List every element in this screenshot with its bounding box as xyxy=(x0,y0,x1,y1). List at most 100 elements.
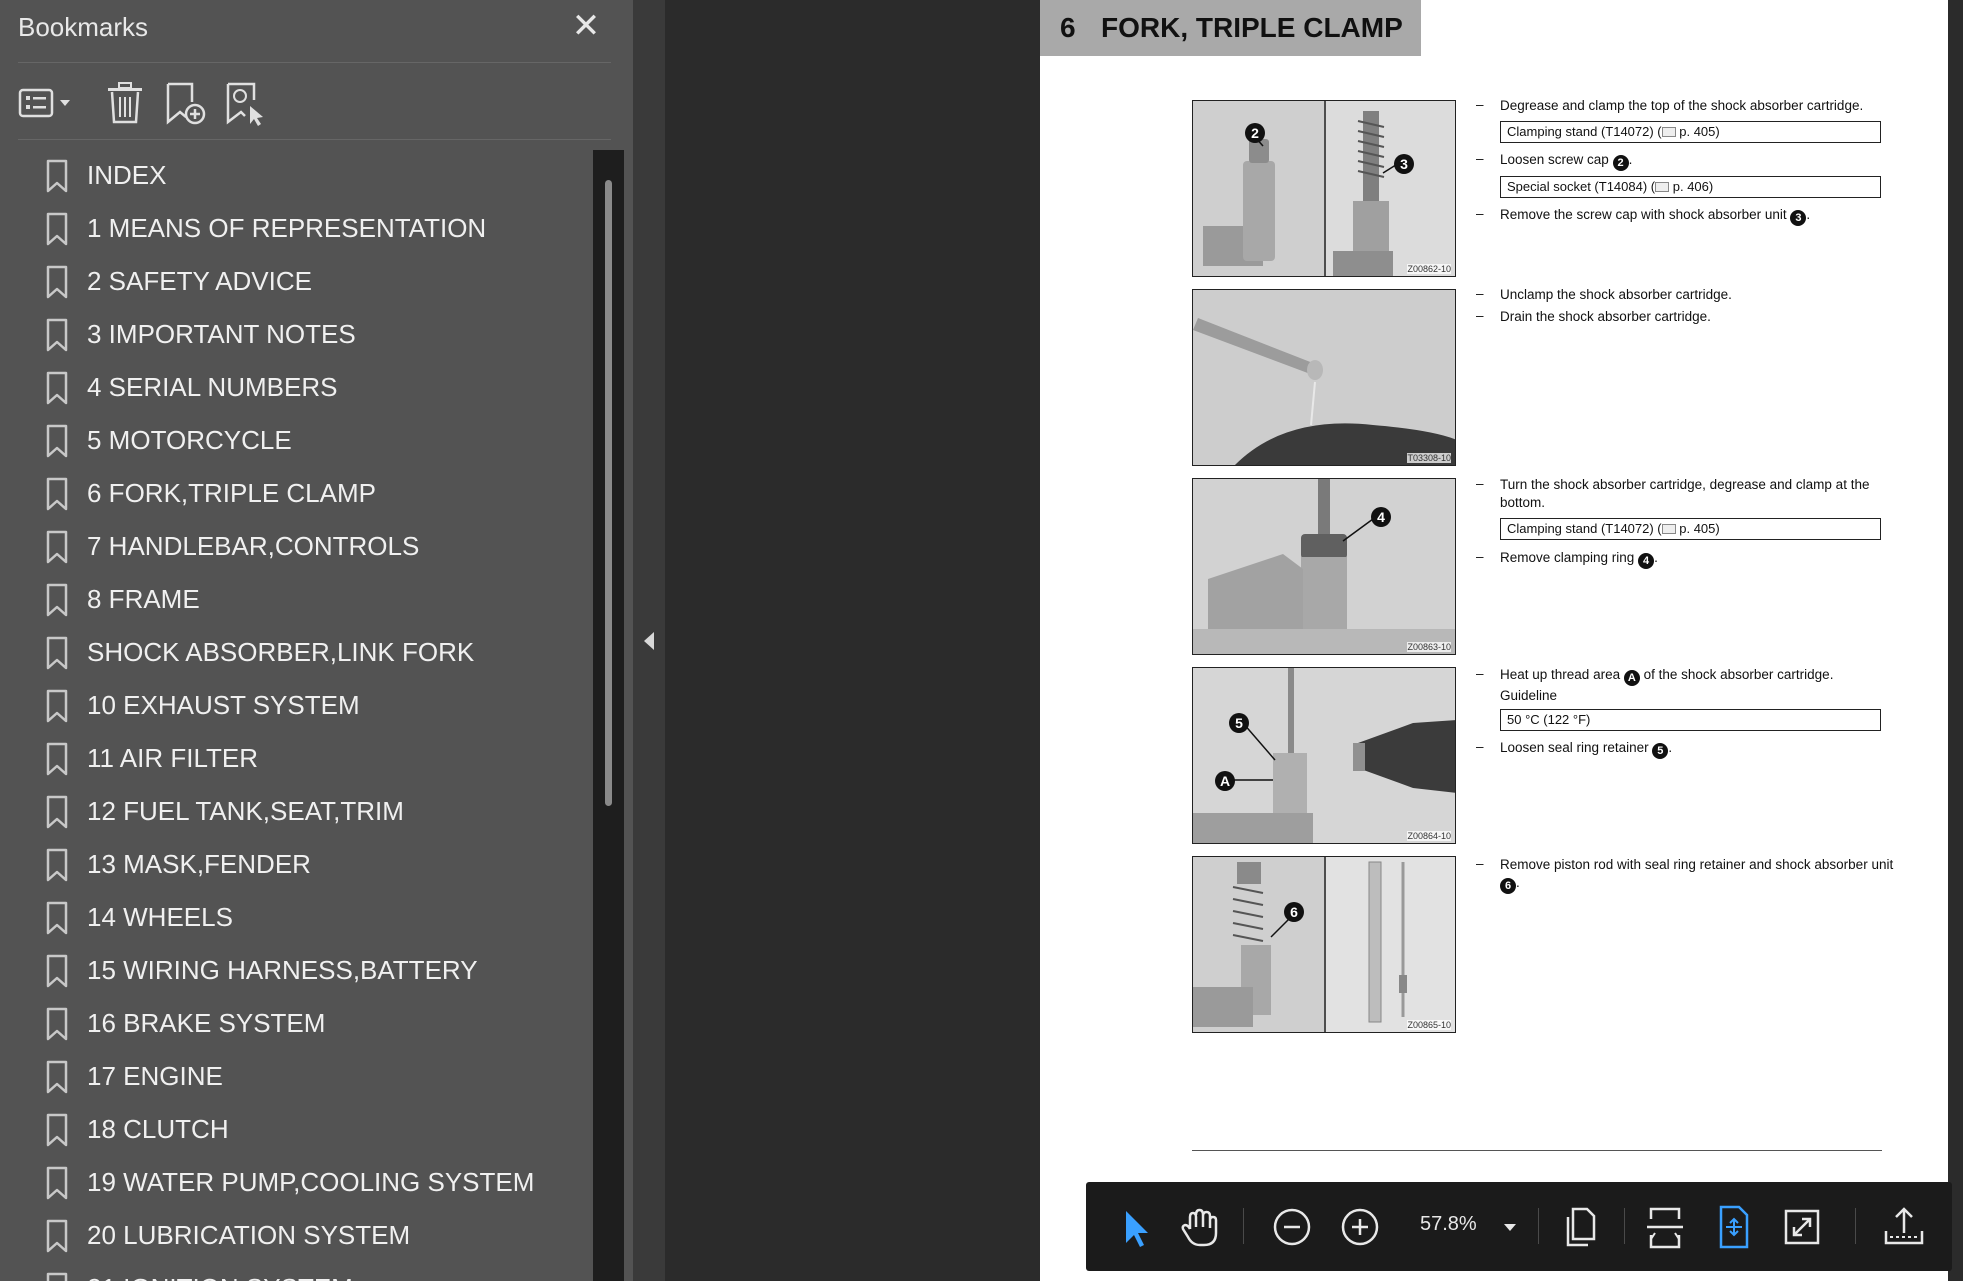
bookmarks-header: Bookmarks ✕ xyxy=(0,0,633,62)
bookmark-label: 10 EXHAUST SYSTEM xyxy=(87,690,360,720)
bookmark-icon xyxy=(45,1060,69,1094)
figure-callout: 4 xyxy=(1371,507,1391,527)
tool-reference-box: Clamping stand (T14072) ( p. 405) xyxy=(1500,121,1881,143)
bookmark-item[interactable]: 18 CLUTCH xyxy=(0,1104,593,1157)
guideline-label: Guideline xyxy=(1500,688,1558,703)
bookmark-icon xyxy=(45,583,69,617)
figure-4: 5 A Z00864-10 xyxy=(1192,667,1456,844)
toolbar-separator xyxy=(1243,1208,1244,1244)
step-text: Remove the screw cap with shock absorber… xyxy=(1500,207,1811,226)
book-icon xyxy=(1655,182,1670,192)
bookmark-item[interactable]: 13 MASK,FENDER xyxy=(0,839,593,892)
figure-ref: T03308-10 xyxy=(1407,453,1451,463)
step-text: Remove piston rod with seal ring retaine… xyxy=(1500,857,1894,894)
tool-reference-box: Special socket (T14084) ( p. 406) xyxy=(1500,176,1881,198)
bookmark-label: 16 BRAKE SYSTEM xyxy=(87,1008,326,1038)
bookmark-item[interactable]: 7 HANDLEBAR,CONTROLS xyxy=(0,521,593,574)
close-icon[interactable]: ✕ xyxy=(568,8,604,44)
step-text: Heat up thread area A of the shock absor… xyxy=(1500,667,1834,686)
page-view-icon[interactable] xyxy=(1552,1199,1608,1255)
bookmark-label: 8 FRAME xyxy=(87,584,200,614)
bookmarks-toolbar xyxy=(0,72,633,134)
bookmark-list: INDEX 1 MEANS OF REPRESENTATION 2 SAFETY A… xyxy=(0,150,593,1281)
bookmark-label: 2 SAFETY ADVICE xyxy=(87,266,312,296)
list-options-icon[interactable] xyxy=(18,78,76,128)
bookmark-icon xyxy=(45,1272,69,1281)
bookmark-label: 20 LUBRICATION SYSTEM xyxy=(87,1220,411,1250)
bookmark-item[interactable]: 11 AIR FILTER xyxy=(0,733,593,786)
bookmark-label: 6 FORK,TRIPLE CLAMP xyxy=(87,478,376,508)
bookmark-item[interactable]: 3 IMPORTANT NOTES xyxy=(0,309,593,362)
bookmark-item[interactable]: 16 BRAKE SYSTEM xyxy=(0,998,593,1051)
step-text: Turn the shock absorber cartridge, degre… xyxy=(1500,477,1870,510)
zoom-in-icon[interactable] xyxy=(1332,1199,1388,1255)
toolbar-divider xyxy=(18,139,611,140)
step-text: Degrease and clamp the top of the shock … xyxy=(1500,98,1864,113)
tool-reference-box: Clamping stand (T14072) ( p. 405) xyxy=(1500,518,1881,540)
bookmark-icon xyxy=(45,477,69,511)
bookmark-item[interactable]: 8 FRAME xyxy=(0,574,593,627)
bookmarks-title: Bookmarks xyxy=(18,12,149,42)
bookmark-item[interactable]: SHOCK ABSORBER,LINK FORK xyxy=(0,627,593,680)
bookmark-item[interactable]: 4 SERIAL NUMBERS xyxy=(0,362,593,415)
share-icon[interactable] xyxy=(1876,1199,1932,1255)
panel-splitter[interactable] xyxy=(633,0,665,1281)
document-page: 6 FORK, TRIPLE CLAMP 2 3 Z00862-10 T0330… xyxy=(1040,0,1948,1281)
bookmark-item[interactable]: 19 WATER PUMP,COOLING SYSTEM xyxy=(0,1157,593,1210)
header-divider xyxy=(18,62,611,63)
chapter-number: 6 xyxy=(1060,12,1076,43)
full-screen-icon[interactable] xyxy=(1774,1199,1830,1255)
bookmark-item[interactable]: 17 ENGINE xyxy=(0,1051,593,1104)
find-bookmark-icon[interactable] xyxy=(224,78,268,128)
guideline-value-box: 50 °C (122 °F) xyxy=(1500,709,1881,731)
step-dash: – xyxy=(1476,286,1484,301)
fit-width-icon[interactable] xyxy=(1637,1199,1693,1255)
step-text: Loosen seal ring retainer 5. xyxy=(1500,740,1673,759)
bookmark-item[interactable]: INDEX xyxy=(0,150,593,203)
figure-ref: Z00863-10 xyxy=(1407,642,1451,652)
hand-tool-icon[interactable] xyxy=(1172,1199,1228,1255)
figure-2: T03308-10 xyxy=(1192,289,1456,466)
figure-callout: 6 xyxy=(1284,902,1304,922)
bookmark-icon xyxy=(45,1007,69,1041)
step-dash: – xyxy=(1476,739,1484,754)
bookmark-item[interactable]: 12 FUEL TANK,SEAT,TRIM xyxy=(0,786,593,839)
trash-icon[interactable] xyxy=(104,78,146,128)
figure-callout: A xyxy=(1215,771,1235,791)
bookmark-item[interactable]: 1 MEANS OF REPRESENTATION xyxy=(0,203,593,256)
bookmark-item[interactable]: 21 IGNITION SYSTEM xyxy=(0,1263,593,1281)
step-dash: – xyxy=(1476,97,1484,112)
bookmark-label: 12 FUEL TANK,SEAT,TRIM xyxy=(87,796,404,826)
step-dash: – xyxy=(1476,476,1484,491)
add-bookmark-icon[interactable] xyxy=(164,78,208,128)
bookmark-item[interactable]: 2 SAFETY ADVICE xyxy=(0,256,593,309)
bookmark-scrollbar[interactable] xyxy=(593,150,624,1281)
step-dash: – xyxy=(1476,151,1484,166)
bookmark-item[interactable]: 20 LUBRICATION SYSTEM xyxy=(0,1210,593,1263)
bookmark-label: 18 CLUTCH xyxy=(87,1114,229,1144)
bookmark-item[interactable]: 10 EXHAUST SYSTEM xyxy=(0,680,593,733)
select-cursor-icon[interactable] xyxy=(1106,1199,1162,1255)
bookmark-item[interactable]: 15 WIRING HARNESS,BATTERY xyxy=(0,945,593,998)
bookmarks-panel: Bookmarks ✕ INDEX 1 MEANS OF REPRESENTAT… xyxy=(0,0,633,1281)
step-text: Unclamp the shock absorber cartridge. xyxy=(1500,287,1732,302)
figure-ref: Z00864-10 xyxy=(1407,831,1451,841)
zoom-level[interactable]: 57.8% xyxy=(1420,1213,1477,1236)
fit-page-icon[interactable] xyxy=(1705,1199,1761,1255)
zoom-out-icon[interactable] xyxy=(1264,1199,1320,1255)
bookmark-item[interactable]: 6 FORK,TRIPLE CLAMP xyxy=(0,468,593,521)
collapse-panel-icon[interactable] xyxy=(641,628,657,654)
step-text: Loosen screw cap 2. xyxy=(1500,152,1633,171)
step-text: Drain the shock absorber cartridge. xyxy=(1500,309,1711,324)
chevron-down-icon[interactable] xyxy=(1502,1220,1518,1238)
scrollbar-thumb[interactable] xyxy=(605,180,612,806)
figure-ref: Z00862-10 xyxy=(1407,264,1451,274)
figure-1: 2 3 Z00862-10 xyxy=(1192,100,1456,277)
bookmark-item[interactable]: 5 MOTORCYCLE xyxy=(0,415,593,468)
bookmark-icon xyxy=(45,954,69,988)
book-icon xyxy=(1661,524,1676,534)
bookmark-item[interactable]: 14 WHEELS xyxy=(0,892,593,945)
bookmark-icon xyxy=(45,318,69,352)
bookmark-icon xyxy=(45,212,69,246)
bookmark-icon xyxy=(45,689,69,723)
